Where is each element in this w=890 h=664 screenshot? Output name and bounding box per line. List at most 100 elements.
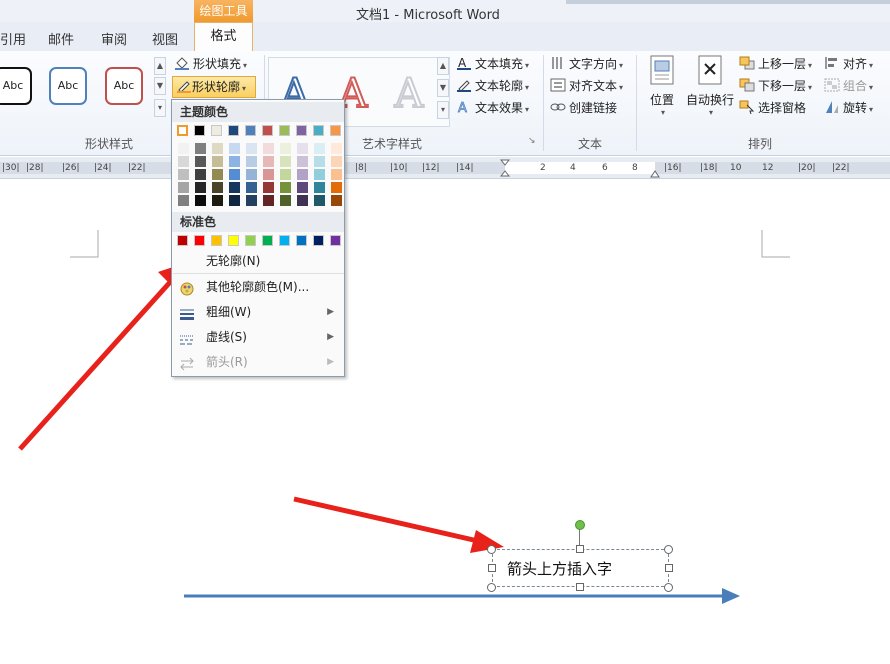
theme-shade-swatch[interactable]	[280, 143, 291, 154]
theme-color-swatch[interactable]	[177, 125, 188, 136]
indent-marker-icon[interactable]	[499, 159, 511, 177]
theme-color-swatch[interactable]	[279, 125, 290, 136]
standard-color-swatch[interactable]	[228, 235, 239, 246]
theme-shade-swatch[interactable]	[297, 156, 308, 167]
theme-shade-swatch[interactable]	[280, 182, 291, 193]
theme-shade-swatch[interactable]	[212, 195, 223, 206]
shape-style-sample-blue[interactable]: Abc	[49, 67, 87, 105]
resize-handle[interactable]	[576, 545, 584, 553]
theme-shade-swatch[interactable]	[178, 169, 189, 180]
theme-color-swatch[interactable]	[228, 125, 239, 136]
textbox[interactable]: 箭头上方插入字	[492, 549, 669, 587]
horizontal-ruler[interactable]: |30| |28| |26| |24| |22| |8| |10| |12| |…	[0, 157, 890, 179]
right-indent-marker-icon[interactable]	[650, 167, 660, 178]
resize-handle[interactable]	[665, 564, 673, 572]
theme-shade-swatch[interactable]	[178, 156, 189, 167]
position-button[interactable]: 位置 ▾	[642, 55, 682, 125]
theme-shade-swatch[interactable]	[297, 169, 308, 180]
theme-shade-swatch[interactable]	[263, 195, 274, 206]
standard-color-swatch[interactable]	[262, 235, 273, 246]
theme-shade-swatch[interactable]	[246, 156, 257, 167]
dashes-item[interactable]: 虚线(S) ▶	[173, 325, 344, 349]
theme-color-swatch[interactable]	[262, 125, 273, 136]
theme-shade-swatch[interactable]	[314, 143, 325, 154]
theme-shade-swatch[interactable]	[178, 143, 189, 154]
gallery-scroll-down[interactable]: ▼	[154, 77, 166, 95]
theme-shade-swatch[interactable]	[229, 182, 240, 193]
theme-shade-swatch[interactable]	[246, 169, 257, 180]
theme-color-swatch[interactable]	[296, 125, 307, 136]
theme-shade-swatch[interactable]	[229, 143, 240, 154]
theme-shade-swatch[interactable]	[229, 169, 240, 180]
tab-review[interactable]: 审阅	[101, 29, 127, 48]
theme-color-swatch[interactable]	[330, 125, 341, 136]
send-backward-button[interactable]: 下移一层 ▾	[739, 76, 812, 96]
wordart-scroll-up[interactable]: ▲	[437, 57, 449, 75]
document-page[interactable]	[0, 180, 890, 664]
theme-shade-swatch[interactable]	[297, 182, 308, 193]
weight-item[interactable]: 粗细(W) ▶	[173, 300, 344, 324]
no-outline-item[interactable]: 无轮廓(N)	[173, 249, 344, 273]
theme-shade-swatch[interactable]	[331, 143, 342, 154]
standard-color-swatch[interactable]	[194, 235, 205, 246]
selection-pane-button[interactable]: 选择窗格	[739, 98, 806, 118]
align-text-button[interactable]: 对齐文本 ▾	[550, 76, 623, 96]
wordart-expand[interactable]: ▾	[437, 101, 449, 119]
theme-shade-swatch[interactable]	[263, 169, 274, 180]
standard-color-swatch[interactable]	[279, 235, 290, 246]
text-fill-button[interactable]: A 文本填充 ▾	[456, 54, 529, 74]
arrows-item[interactable]: 箭头(R) ▶	[173, 350, 344, 374]
standard-color-swatch[interactable]	[330, 235, 341, 246]
tab-format[interactable]: 格式	[194, 22, 253, 52]
theme-shade-swatch[interactable]	[280, 195, 291, 206]
theme-shade-swatch[interactable]	[331, 156, 342, 167]
theme-shade-swatch[interactable]	[331, 169, 342, 180]
wrap-text-button[interactable]: 自动换行 ▾	[684, 55, 736, 125]
theme-color-swatch[interactable]	[245, 125, 256, 136]
standard-color-swatch[interactable]	[211, 235, 222, 246]
theme-shade-swatch[interactable]	[263, 143, 274, 154]
theme-shade-swatch[interactable]	[195, 195, 206, 206]
wordart-scroll-down[interactable]: ▼	[437, 79, 449, 97]
theme-shade-swatch[interactable]	[212, 156, 223, 167]
rotate-button[interactable]: 旋转 ▾	[824, 98, 873, 118]
theme-shade-swatch[interactable]	[178, 182, 189, 193]
theme-shade-swatch[interactable]	[212, 143, 223, 154]
more-outline-colors-item[interactable]: 其他轮廓颜色(M)...	[173, 275, 344, 299]
standard-color-swatch[interactable]	[177, 235, 188, 246]
dialog-launcher-icon[interactable]: ↘	[528, 136, 536, 146]
theme-shade-swatch[interactable]	[195, 156, 206, 167]
text-outline-button[interactable]: 文本轮廓 ▾	[456, 76, 529, 96]
tab-view[interactable]: 视图	[152, 29, 178, 48]
shape-style-sample-red[interactable]: Abc	[105, 67, 143, 105]
wordart-sample-gray[interactable]: A	[389, 71, 429, 117]
group-button[interactable]: 组合 ▾	[824, 76, 873, 96]
theme-shade-swatch[interactable]	[212, 182, 223, 193]
theme-shade-swatch[interactable]	[246, 195, 257, 206]
theme-shade-swatch[interactable]	[280, 156, 291, 167]
resize-handle[interactable]	[664, 545, 673, 554]
theme-color-swatch[interactable]	[313, 125, 324, 136]
theme-shade-swatch[interactable]	[263, 182, 274, 193]
theme-shade-swatch[interactable]	[297, 143, 308, 154]
tab-references[interactable]: 引用	[0, 29, 26, 48]
bring-forward-button[interactable]: 上移一层 ▾	[739, 54, 812, 74]
theme-shade-swatch[interactable]	[195, 143, 206, 154]
theme-shade-swatch[interactable]	[280, 169, 291, 180]
theme-shade-swatch[interactable]	[195, 182, 206, 193]
standard-color-swatch[interactable]	[245, 235, 256, 246]
shape-style-sample-black[interactable]: Abc	[0, 67, 32, 105]
rotate-handle[interactable]	[575, 520, 585, 530]
theme-color-swatch[interactable]	[211, 125, 222, 136]
theme-color-swatch[interactable]	[194, 125, 205, 136]
theme-shade-swatch[interactable]	[246, 182, 257, 193]
theme-shade-swatch[interactable]	[195, 169, 206, 180]
theme-shade-swatch[interactable]	[212, 169, 223, 180]
tab-mailings[interactable]: 邮件	[48, 29, 74, 48]
theme-shade-swatch[interactable]	[314, 169, 325, 180]
resize-handle[interactable]	[576, 583, 584, 591]
theme-shade-swatch[interactable]	[331, 182, 342, 193]
text-effects-button[interactable]: A 文本效果 ▾	[456, 98, 529, 118]
theme-shade-swatch[interactable]	[331, 195, 342, 206]
theme-shade-swatch[interactable]	[229, 156, 240, 167]
